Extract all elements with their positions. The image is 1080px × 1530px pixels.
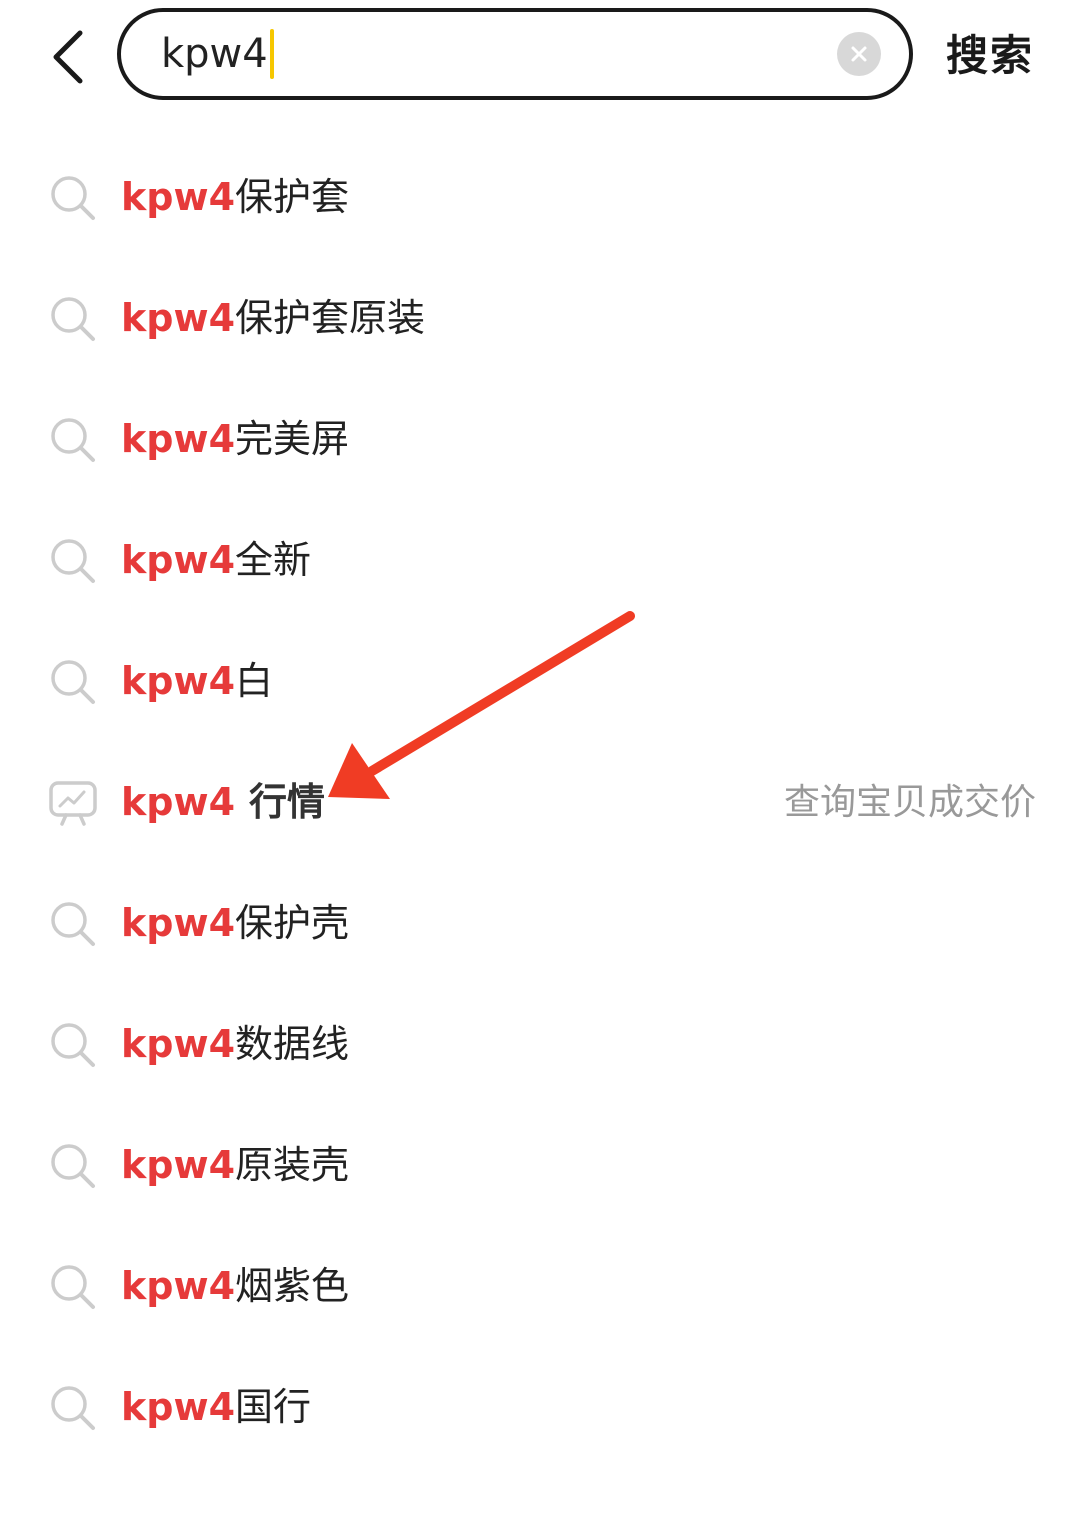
- suggestion-label: kpw4全新: [121, 500, 311, 621]
- suggestion-label: kpw4白: [121, 621, 273, 742]
- search-submit-button[interactable]: 搜索: [946, 24, 1046, 88]
- search-icon: [51, 1265, 95, 1309]
- chevron-left-icon: [53, 30, 83, 84]
- price-query-hint: 查询宝贝成交价: [783, 782, 1036, 823]
- suggestion-suffix: 白: [235, 659, 274, 703]
- suggestion-highlight: kpw4: [121, 538, 236, 582]
- suggestion-highlight: kpw4: [121, 417, 236, 461]
- search-icon: [51, 539, 95, 583]
- suggestion-label: kpw4数据线: [121, 984, 349, 1105]
- suggestion-item[interactable]: kpw4原装壳: [0, 1105, 1080, 1226]
- suggestion-highlight: kpw4: [121, 1264, 236, 1308]
- back-button[interactable]: [36, 22, 100, 92]
- text-caret: [269, 29, 274, 79]
- search-input-value[interactable]: kpw4: [161, 12, 274, 96]
- suggestion-suffix: 全新: [235, 538, 312, 582]
- search-icon: [51, 1144, 95, 1188]
- suggestion-item[interactable]: kpw4白: [0, 621, 1080, 742]
- suggestion-highlight: kpw4: [121, 1022, 236, 1066]
- suggestion-suffix: 保护壳: [235, 901, 350, 945]
- search-icon: [51, 297, 95, 341]
- suggestion-item[interactable]: kpw4烟紫色: [0, 1226, 1080, 1347]
- suggestion-item[interactable]: kpw4完美屏: [0, 379, 1080, 500]
- suggestion-label: kpw4完美屏: [121, 379, 349, 500]
- search-icon: [51, 1386, 95, 1430]
- clear-icon: [851, 46, 867, 62]
- search-icon: [51, 660, 95, 704]
- suggestion-highlight: kpw4: [121, 901, 236, 945]
- search-icon: [51, 176, 95, 220]
- clear-button[interactable]: [837, 32, 881, 76]
- suggestion-item[interactable]: kpw4全新: [0, 500, 1080, 621]
- suggestion-label: kpw4保护套: [121, 137, 349, 258]
- search-input[interactable]: kpw4: [117, 8, 913, 100]
- search-query-text: kpw4: [161, 31, 268, 77]
- suggestion-suffix: 保护套原装: [235, 296, 426, 340]
- market-label: 行情: [249, 780, 326, 824]
- suggestion-item-market[interactable]: kpw4 行情 查询宝贝成交价: [0, 742, 1080, 863]
- search-header: kpw4 搜索: [0, 0, 1080, 112]
- suggestion-suffix: 保护套: [235, 175, 350, 219]
- suggestion-highlight: kpw4: [121, 1385, 236, 1429]
- suggestion-list: kpw4保护套 kpw4保护套原装 kpw4完美屏 kpw4全新 kpw4白 k…: [0, 137, 1080, 1468]
- suggestion-item[interactable]: kpw4国行: [0, 1347, 1080, 1468]
- suggestion-suffix: 烟紫色: [235, 1264, 350, 1308]
- suggestion-label: kpw4 行情: [121, 742, 325, 863]
- suggestion-label: kpw4保护壳: [121, 863, 349, 984]
- suggestion-suffix: 完美屏: [235, 417, 350, 461]
- suggestion-item[interactable]: kpw4数据线: [0, 984, 1080, 1105]
- suggestion-label: kpw4保护套原装: [121, 258, 425, 379]
- suggestion-item[interactable]: kpw4保护套: [0, 137, 1080, 258]
- trend-chart-icon: [49, 781, 97, 826]
- suggestion-item[interactable]: kpw4保护套原装: [0, 258, 1080, 379]
- suggestion-label: kpw4原装壳: [121, 1105, 349, 1226]
- suggestion-item[interactable]: kpw4保护壳: [0, 863, 1080, 984]
- suggestion-highlight: kpw4: [121, 175, 236, 219]
- suggestion-highlight: kpw4: [121, 296, 236, 340]
- suggestion-label: kpw4烟紫色: [121, 1226, 349, 1347]
- suggestion-suffix: 数据线: [235, 1022, 350, 1066]
- suggestion-suffix: 国行: [235, 1385, 312, 1429]
- suggestion-highlight: kpw4: [121, 780, 236, 824]
- suggestion-label: kpw4国行: [121, 1347, 311, 1468]
- suggestion-highlight: kpw4: [121, 1143, 236, 1187]
- search-icon: [51, 902, 95, 946]
- search-icon: [51, 1023, 95, 1067]
- suggestion-suffix: 原装壳: [235, 1143, 350, 1187]
- suggestion-highlight: kpw4: [121, 659, 236, 703]
- search-icon: [51, 418, 95, 462]
